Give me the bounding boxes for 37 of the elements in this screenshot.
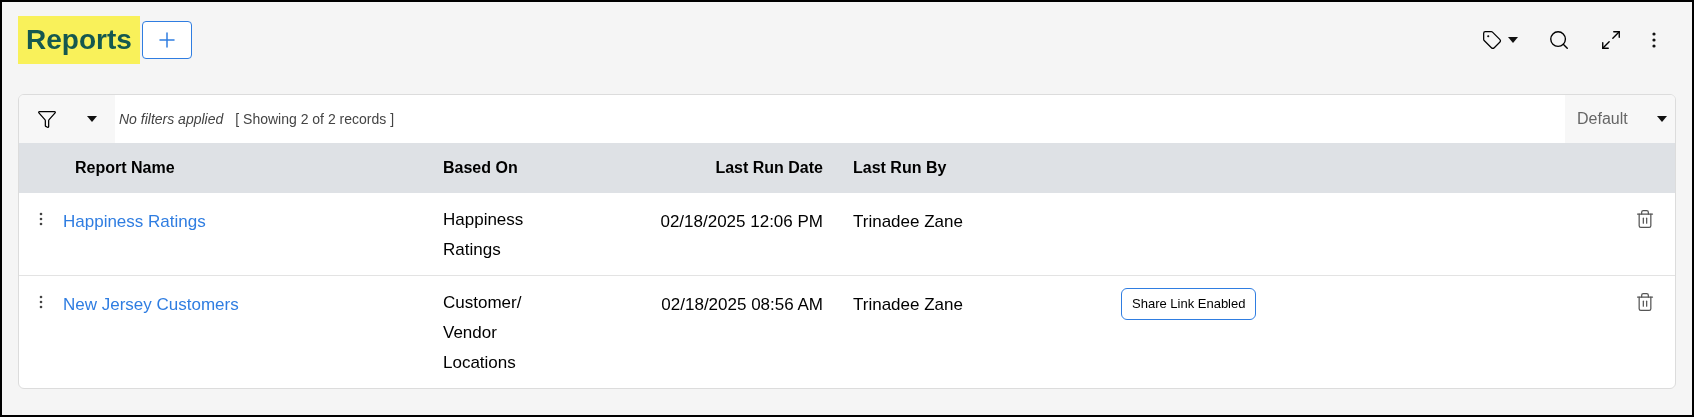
- report-link[interactable]: New Jersey Customers: [63, 292, 239, 318]
- add-button[interactable]: [141, 21, 192, 59]
- caret-icon: [1508, 37, 1518, 43]
- table-cell-text: Customer/ Vendor Locations: [443, 292, 523, 374]
- more-button[interactable]: [1652, 32, 1656, 48]
- search-icon: [1548, 29, 1570, 51]
- table-cell-text: 02/18/2025 08:56 AM: [660, 294, 823, 316]
- page-title: Reports: [18, 16, 140, 64]
- record-count: [ Showing 2 of 2 records ]: [235, 109, 395, 129]
- search-button[interactable]: [1548, 29, 1570, 51]
- caret-icon: [1657, 116, 1667, 122]
- trash-icon: [1635, 292, 1655, 312]
- filter-status: No filters applied: [119, 109, 224, 129]
- filter-button[interactable]: [19, 95, 115, 143]
- column-header: Based On: [443, 158, 519, 178]
- caret-icon: [87, 116, 97, 122]
- filter-icon: [37, 109, 57, 129]
- column-header: Last Run By: [852, 158, 947, 178]
- expand-icon: [1600, 29, 1622, 51]
- report-link[interactable]: Happiness Ratings: [63, 209, 206, 235]
- tag-menu-button[interactable]: [1482, 30, 1518, 50]
- delete-button[interactable]: [1635, 292, 1655, 312]
- view-select[interactable]: Default: [1565, 95, 1675, 143]
- column-header: Report Name: [74, 158, 176, 178]
- row-menu-icon[interactable]: [39, 295, 43, 309]
- trash-icon: [1635, 209, 1655, 229]
- table-cell-text: Trinadee Zane: [852, 211, 964, 233]
- more-icon: [1652, 32, 1656, 48]
- table-cell-text: Trinadee Zane: [852, 294, 964, 316]
- column-header: Last Run Date: [714, 158, 823, 178]
- table-cell-text: 02/18/2025 12:06 PM: [659, 211, 823, 233]
- table-cell-text: Happiness Ratings: [443, 209, 525, 261]
- row-menu-icon[interactable]: [39, 212, 43, 226]
- expand-button[interactable]: [1600, 29, 1622, 51]
- tag-icon: [1482, 30, 1502, 50]
- share-link-badge: Share Link Enabled: [1121, 288, 1257, 320]
- delete-button[interactable]: [1635, 209, 1655, 229]
